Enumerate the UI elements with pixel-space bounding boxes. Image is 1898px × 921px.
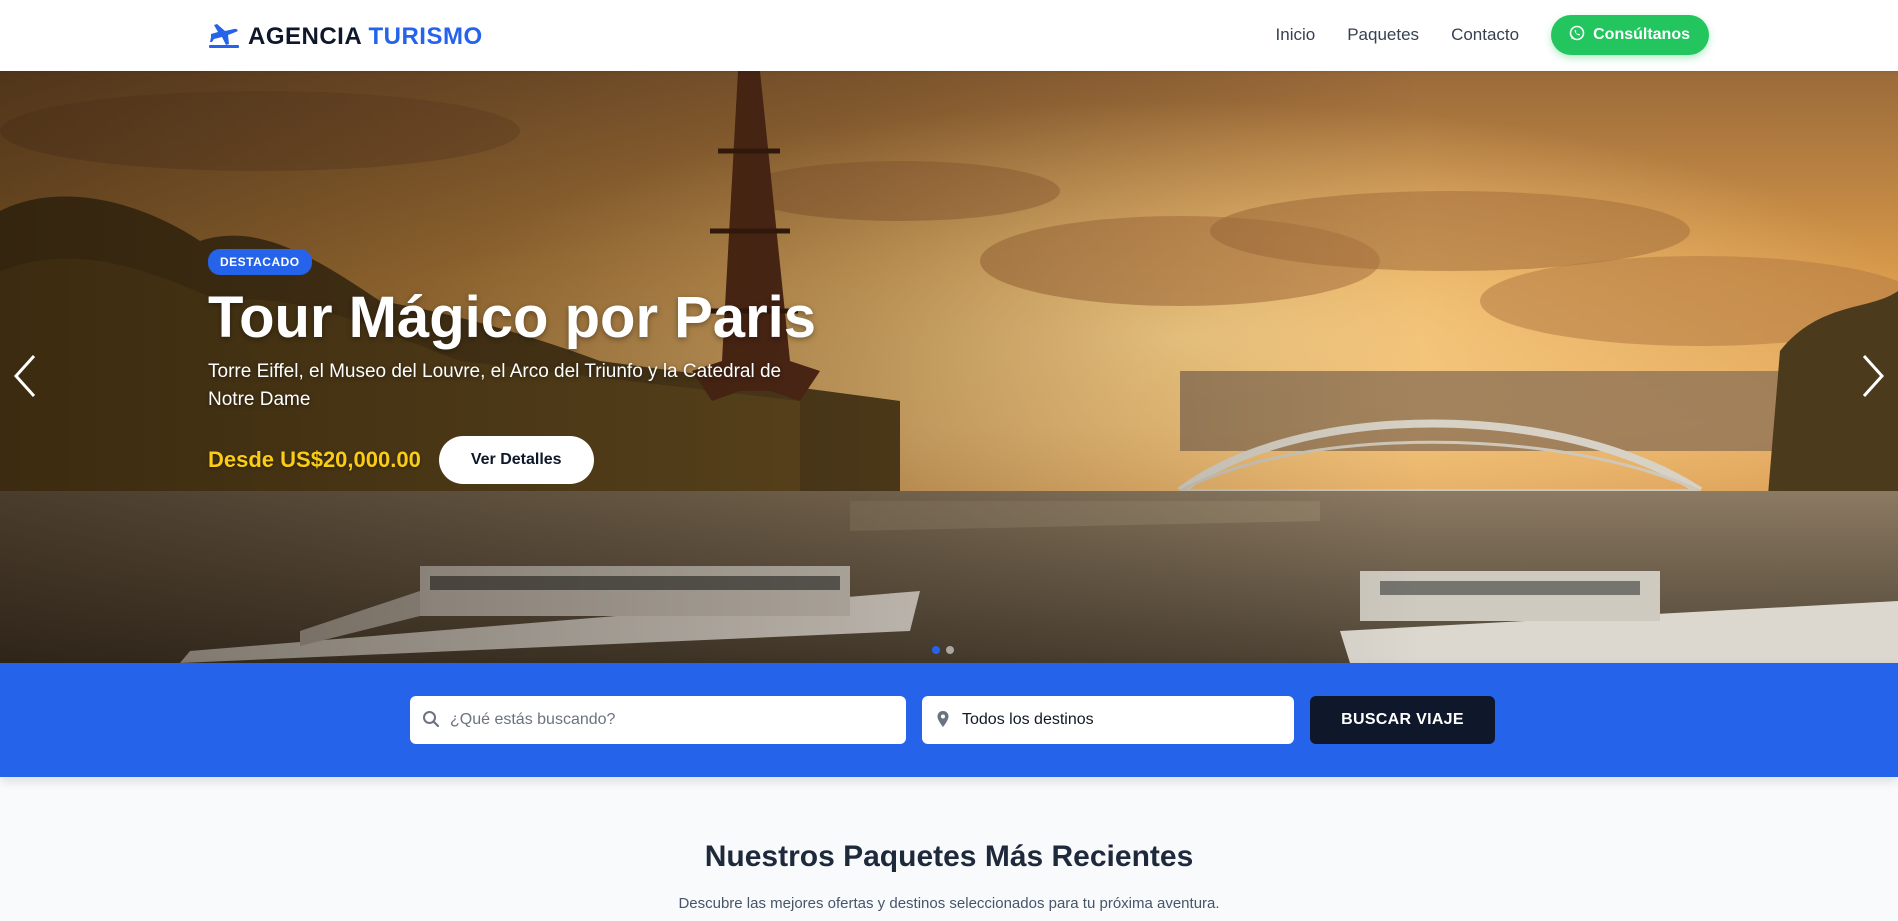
brand-logo[interactable]: AGENCIA TURISMO xyxy=(208,20,483,53)
carousel-dot-1[interactable] xyxy=(932,646,940,654)
consultanos-label: Consúltanos xyxy=(1593,26,1690,43)
hero-price-row: Desde US$20,000.00 Ver Detalles xyxy=(208,435,848,484)
destination-select[interactable]: Todos los destinos xyxy=(922,696,1294,744)
hero-carousel: DESTACADO Tour Mágico por Paris Torre Ei… xyxy=(0,71,1898,663)
carousel-prev-button[interactable] xyxy=(4,346,44,406)
nav-link-inicio[interactable]: Inicio xyxy=(1276,15,1316,55)
consultanos-button[interactable]: Consúltanos xyxy=(1551,15,1709,55)
main-nav: Inicio Paquetes Contacto Consúltanos xyxy=(1276,15,1709,55)
brand-accent: TURISMO xyxy=(368,22,483,50)
whatsapp-icon xyxy=(1569,25,1585,46)
search-input[interactable] xyxy=(410,696,906,744)
airplane-icon xyxy=(208,20,240,53)
nav-link-paquetes[interactable]: Paquetes xyxy=(1347,15,1419,55)
buscar-viaje-button[interactable]: BUSCAR VIAJE xyxy=(1310,696,1495,744)
brand-name: AGENCIA TURISMO xyxy=(248,23,483,51)
site-header: AGENCIA TURISMO Inicio Paquetes Contacto… xyxy=(0,0,1898,71)
hero-price: Desde US$20,000.00 xyxy=(208,446,421,472)
ver-detalles-button[interactable]: Ver Detalles xyxy=(438,435,594,484)
hero-title: Tour Mágico por Paris xyxy=(208,285,817,350)
carousel-next-button[interactable] xyxy=(1854,346,1894,406)
brand-main: AGENCIA xyxy=(248,22,362,50)
search-bar: Todos los destinos BUSCAR VIAJE xyxy=(0,663,1898,777)
hero-description: Torre Eiffel, el Museo del Louvre, el Ar… xyxy=(208,360,782,410)
section-title: Nuestros Paquetes Más Recientes xyxy=(704,840,1194,873)
nav-link-contacto[interactable]: Contacto xyxy=(1451,15,1519,55)
section-subtitle: Descubre las mejores ofertas y destinos … xyxy=(678,895,1220,912)
chevron-left-icon xyxy=(4,354,44,410)
chevron-right-icon xyxy=(1854,354,1894,410)
search-field[interactable] xyxy=(410,696,906,744)
featured-badge: DESTACADO xyxy=(208,249,312,275)
carousel-dots xyxy=(932,646,954,654)
hero-content: DESTACADO Tour Mágico por Paris Torre Ei… xyxy=(208,249,848,484)
carousel-dot-2[interactable] xyxy=(946,646,954,654)
